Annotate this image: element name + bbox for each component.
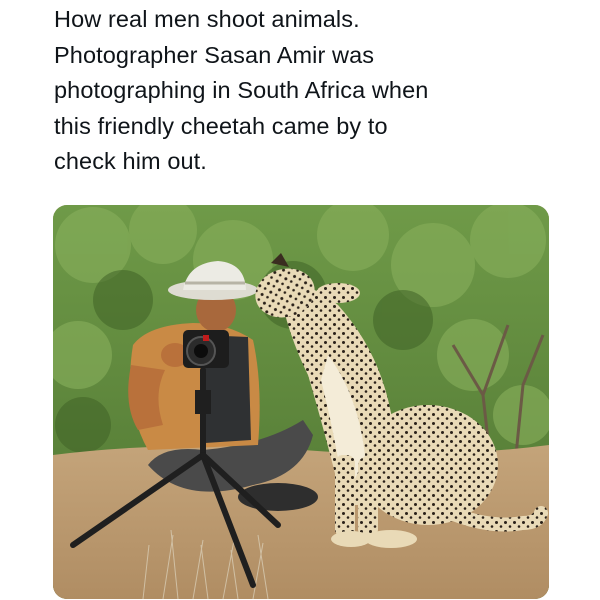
post-photo[interactable] <box>53 205 549 599</box>
caption-line-2: Photographer Sasan Amir was <box>54 41 375 68</box>
caption-line-1: How real men shoot animals. <box>54 6 360 32</box>
caption-line-5: check him out. <box>54 148 207 174</box>
post-caption: How real men shoot animals. Photographer… <box>54 2 574 180</box>
caption-line-4: this friendly cheetah came by to <box>54 112 388 139</box>
photographer-with-cheetah-image <box>53 205 549 599</box>
caption-line-3: photographing in South Africa when <box>54 77 429 103</box>
